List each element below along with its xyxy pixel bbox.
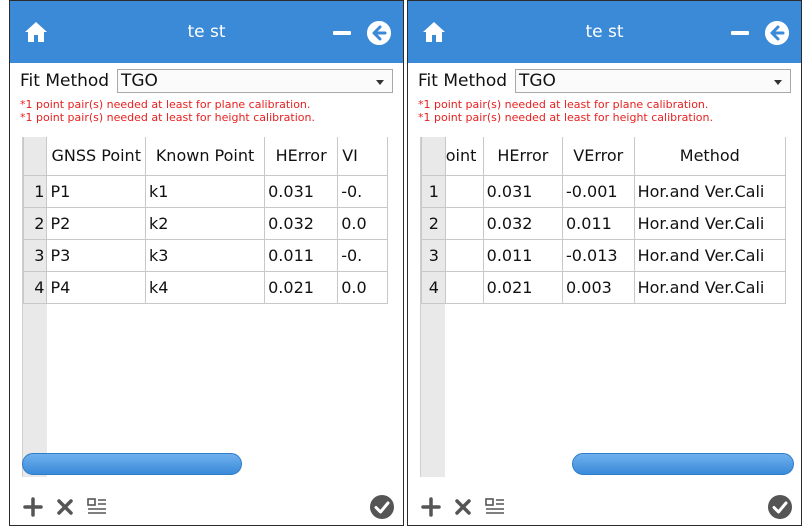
table-row[interactable]: 2 0.032 0.011 Hor.and Ver.Cali — [421, 206, 786, 240]
column-header-verror[interactable]: VError — [562, 137, 635, 176]
plane-calibration-warning: *1 point pair(s) needed at least for pla… — [20, 98, 311, 111]
horizontal-scrollbar[interactable] — [22, 453, 242, 475]
height-calibration-warning: *1 point pair(s) needed at least for hei… — [20, 111, 315, 124]
column-header-herror[interactable]: HError — [482, 137, 564, 176]
title-bar: te st — [10, 1, 403, 63]
column-header-gnss-point[interactable]: GNSS Point — [46, 137, 146, 176]
row-number-header — [421, 137, 446, 176]
row-number: 4 — [421, 270, 446, 304]
known-point-cell[interactable]: k4 — [144, 270, 266, 304]
fit-method-value: TGO — [121, 71, 158, 91]
title-bar: te st — [408, 1, 801, 63]
fit-method-select[interactable]: TGO — [515, 69, 791, 93]
x-icon[interactable] — [54, 496, 76, 518]
gnss-point-cell[interactable]: P2 — [46, 206, 146, 240]
bottom-toolbar — [10, 479, 403, 525]
fit-method-select[interactable]: TGO — [117, 69, 393, 93]
verror-cell[interactable]: -0. — [337, 238, 388, 272]
known-point-cell[interactable] — [444, 206, 484, 240]
table-row[interactable]: 4 P4 k4 0.021 0.0 — [23, 270, 388, 304]
herror-cell[interactable]: 0.021 — [264, 270, 339, 304]
calibration-panel-right: te st Fit Method TGO *1 point pair(s) ne… — [407, 0, 802, 526]
method-cell[interactable]: Hor.and Ver.Cali — [633, 206, 786, 240]
table-row[interactable]: 1 P1 k1 0.031 -0. — [23, 174, 388, 208]
verror-cell[interactable]: 0.0 — [337, 270, 388, 304]
herror-cell[interactable]: 0.011 — [264, 238, 339, 272]
method-cell[interactable]: Hor.and Ver.Cali — [633, 174, 786, 208]
calibration-panel-left: te st Fit Method TGO *1 point pair(s) ne… — [9, 0, 404, 526]
plus-icon[interactable] — [420, 496, 442, 518]
row-number: 3 — [23, 238, 48, 272]
fit-method-label: Fit Method — [418, 71, 508, 91]
fit-method-value: TGO — [519, 71, 556, 91]
gnss-point-cell[interactable]: P3 — [46, 238, 146, 272]
height-calibration-warning: *1 point pair(s) needed at least for hei… — [418, 111, 713, 124]
fit-method-row: Fit Method TGO — [418, 69, 791, 93]
table-header-row: GNSS Point Known Point HError VI — [23, 137, 388, 176]
table-row[interactable]: 4 0.021 0.003 Hor.and Ver.Cali — [421, 270, 786, 304]
list-icon[interactable] — [86, 496, 108, 518]
known-point-cell[interactable]: k3 — [144, 238, 266, 272]
column-header-herror[interactable]: HError — [264, 137, 339, 176]
fit-method-row: Fit Method TGO — [20, 69, 393, 93]
minimize-icon[interactable] — [731, 31, 749, 35]
table-row[interactable]: 3 0.011 -0.013 Hor.and Ver.Cali — [421, 238, 786, 272]
minimize-icon[interactable] — [333, 31, 351, 35]
verror-cell[interactable]: 0.011 — [562, 206, 635, 240]
herror-cell[interactable]: 0.032 — [482, 206, 564, 240]
bottom-toolbar — [408, 479, 801, 525]
fit-method-label: Fit Method — [20, 71, 110, 91]
check-circle-icon[interactable] — [369, 494, 395, 520]
verror-cell[interactable]: 0.003 — [562, 270, 635, 304]
gnss-point-cell[interactable]: P4 — [46, 270, 146, 304]
row-number: 2 — [421, 206, 446, 240]
column-header-method[interactable]: Method — [633, 137, 786, 176]
column-header-known-point[interactable]: Known Point — [144, 137, 266, 176]
row-number: 2 — [23, 206, 48, 240]
table-row[interactable]: 3 P3 k3 0.011 -0. — [23, 238, 388, 272]
plane-calibration-warning: *1 point pair(s) needed at least for pla… — [418, 98, 709, 111]
herror-cell[interactable]: 0.021 — [482, 270, 564, 304]
column-header-verror-partial[interactable]: VI — [337, 137, 388, 176]
known-point-cell[interactable] — [444, 174, 484, 208]
verror-cell[interactable]: -0. — [337, 174, 388, 208]
back-arrow-icon[interactable] — [765, 21, 789, 45]
known-point-cell[interactable] — [444, 238, 484, 272]
method-cell[interactable]: Hor.and Ver.Cali — [633, 270, 786, 304]
point-pair-table[interactable]: GNSS Point Known Point HError VI 1 P1 k1… — [22, 137, 388, 477]
table-row[interactable]: 2 P2 k2 0.032 0.0 — [23, 206, 388, 240]
row-number: 1 — [23, 174, 48, 208]
known-point-cell[interactable]: k2 — [144, 206, 266, 240]
herror-cell[interactable]: 0.011 — [482, 238, 564, 272]
chevron-down-icon — [376, 80, 384, 85]
gnss-point-cell[interactable]: P1 — [46, 174, 146, 208]
back-arrow-icon[interactable] — [367, 21, 391, 45]
verror-cell[interactable]: -0.013 — [562, 238, 635, 272]
row-number: 4 — [23, 270, 48, 304]
plus-icon[interactable] — [22, 496, 44, 518]
known-point-cell[interactable] — [444, 270, 484, 304]
list-icon[interactable] — [484, 496, 506, 518]
verror-cell[interactable]: 0.0 — [337, 206, 388, 240]
herror-cell[interactable]: 0.031 — [264, 174, 339, 208]
chevron-down-icon — [774, 80, 782, 85]
herror-cell[interactable]: 0.031 — [482, 174, 564, 208]
method-cell[interactable]: Hor.and Ver.Cali — [633, 238, 786, 272]
point-pair-table[interactable]: oint HError VError Method 1 0.031 -0.001… — [420, 137, 786, 477]
table-header-row: oint HError VError Method — [421, 137, 786, 176]
row-number: 1 — [421, 174, 446, 208]
table-row[interactable]: 1 0.031 -0.001 Hor.and Ver.Cali — [421, 174, 786, 208]
horizontal-scrollbar[interactable] — [572, 453, 794, 475]
check-circle-icon[interactable] — [767, 494, 793, 520]
herror-cell[interactable]: 0.032 — [264, 206, 339, 240]
x-icon[interactable] — [452, 496, 474, 518]
column-header-known-point-partial[interactable]: oint — [444, 137, 484, 176]
row-number: 3 — [421, 238, 446, 272]
row-number-header — [23, 137, 48, 176]
verror-cell[interactable]: -0.001 — [562, 174, 635, 208]
known-point-cell[interactable]: k1 — [144, 174, 266, 208]
